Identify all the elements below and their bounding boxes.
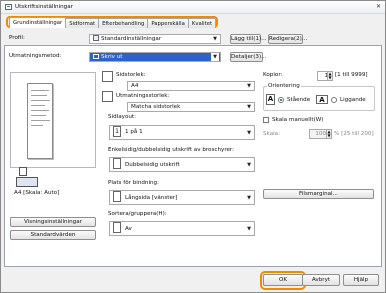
landscape-label: Liggande <box>340 97 366 103</box>
tab-quality[interactable]: Kvalitet <box>187 18 217 28</box>
print-settings-window: Utskriftsinställningar ✕ Grundinställnin… <box>0 0 386 293</box>
ok-button[interactable]: OK <box>263 274 303 286</box>
duplex-select[interactable]: Dubbelsidig utskrift ▼ <box>109 157 255 172</box>
document-icon <box>19 167 27 176</box>
page-size-label: Sidstorlek: <box>116 72 146 78</box>
binding-label: Plats för bindning: <box>108 180 159 186</box>
profile-icon <box>93 35 99 41</box>
layout-label: Sidlayout: <box>108 114 136 120</box>
collate-label: Sortera/gruppera(H): <box>108 211 167 217</box>
chevron-down-icon: ▼ <box>247 83 251 89</box>
orientation-title: Orientering <box>267 83 301 89</box>
help-button[interactable]: Hjälp <box>343 274 379 286</box>
layout-select[interactable]: 1 1 på 1 ▼ <box>109 125 255 140</box>
output-size-icon <box>102 91 113 102</box>
restore-defaults-button[interactable]: Standardvärden <box>10 230 96 240</box>
chevron-down-icon: ▼ <box>247 104 251 110</box>
close-button[interactable]: ✕ <box>374 3 383 11</box>
binding-value: Långsida [vänster] <box>125 195 178 201</box>
chevron-down-icon: ▼ <box>211 53 219 61</box>
manual-scale-label: Skala manuellt(W) <box>272 117 324 123</box>
printer-preview-icon <box>16 177 38 187</box>
tab-paper-source[interactable]: Papperskälla <box>147 18 189 28</box>
output-method-label: Utmatningsmetod: <box>9 53 62 59</box>
scale-spinner[interactable]: ▲ ▼ <box>326 129 332 139</box>
chevron-down-icon: ▼ <box>247 162 251 168</box>
duplex-label: Enkelsidig/dubbelsidig utskrift av brosc… <box>108 147 235 153</box>
details-button[interactable]: Detaljer(3)... <box>230 52 266 62</box>
page-size-icon <box>102 71 113 82</box>
preview-page <box>27 83 53 159</box>
tab-bar: Grundinställningar Sidformat Efterbehand… <box>6 16 219 28</box>
copies-spinner[interactable]: ▲ ▼ <box>327 71 333 81</box>
printer-icon <box>5 4 12 10</box>
title-bar: Utskriftsinställningar ✕ <box>1 1 385 14</box>
layout-icon: 1 <box>113 126 121 137</box>
edit-profile-button[interactable]: Redigera(2)... <box>268 34 307 44</box>
output-size-select[interactable]: Matcha sidstorlek ▼ <box>127 102 255 112</box>
binding-icon <box>113 191 121 202</box>
output-size-label: Utmatningsstorlek: <box>116 93 170 99</box>
duplex-value: Dubbelsidig utskrift <box>125 162 180 168</box>
manual-scale-checkbox[interactable] <box>263 117 269 123</box>
page-preview <box>10 72 96 168</box>
portrait-radio[interactable] <box>278 97 284 103</box>
add-profile-button[interactable]: Lägg till(1)... <box>230 34 267 44</box>
profile-select[interactable]: Standardinställningar ▼ <box>89 34 221 44</box>
profile-value: Standardinställningar <box>101 36 162 42</box>
output-size-value: Matcha sidstorlek <box>131 104 181 110</box>
tab-page-format[interactable]: Sidformat <box>65 18 100 28</box>
landscape-icon: A <box>316 95 328 104</box>
duplex-icon <box>113 158 121 169</box>
chevron-down-icon: ▼ <box>213 36 217 42</box>
page-size-value: A4 <box>131 83 139 89</box>
output-method-value: Skriv ut <box>101 54 123 60</box>
copies-range: [1 till 9999] <box>335 72 368 78</box>
display-settings-button[interactable]: Visningsinställningar <box>10 217 96 227</box>
collate-value: Av <box>125 226 132 232</box>
chevron-down-icon: ▼ <box>247 226 251 232</box>
preview-caption: A4 [Skala: Auto] <box>14 190 60 196</box>
portrait-label: Stående <box>287 97 311 103</box>
tab-finishing[interactable]: Efterbehandling <box>98 18 149 28</box>
scale-range: % [25 till 200] <box>334 131 374 137</box>
output-method-select[interactable]: Skriv ut ▼ <box>89 52 221 62</box>
tab-basic-settings[interactable]: Grundinställningar <box>9 17 67 28</box>
collate-icon <box>113 222 121 233</box>
layout-value: 1 på 1 <box>125 129 143 135</box>
page-size-select[interactable]: A4 ▼ <box>127 81 255 91</box>
copies-label: Kopior: <box>263 72 283 78</box>
print-icon <box>93 54 99 59</box>
binding-select[interactable]: Långsida [vänster] ▼ <box>109 190 255 205</box>
chevron-down-icon: ▼ <box>247 195 251 201</box>
landscape-radio[interactable] <box>331 97 337 103</box>
portrait-icon: A <box>266 94 275 105</box>
chevron-down-icon: ▼ <box>247 130 251 136</box>
collate-select[interactable]: Av ▼ <box>109 221 255 236</box>
window-title: Utskriftsinställningar <box>15 4 73 10</box>
margin-button[interactable]: Filsmarginal... <box>263 189 374 199</box>
profile-label: Profil: <box>9 35 25 41</box>
cancel-button[interactable]: Avbryt <box>302 274 340 286</box>
scale-label: Skala: <box>263 131 280 137</box>
